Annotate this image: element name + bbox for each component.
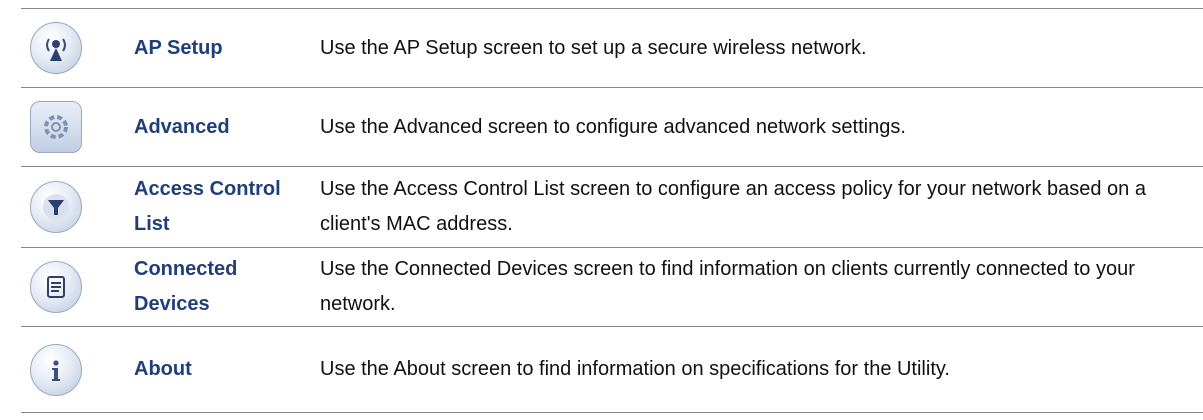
- table-row: AP Setup Use the AP Setup screen to set …: [21, 8, 1203, 87]
- table-row: Access Control List Use the Access Contr…: [21, 166, 1203, 247]
- screen-description: Use the Connected Devices screen to find…: [320, 258, 1135, 315]
- table-row: Connected Devices Use the Connected Devi…: [21, 247, 1203, 326]
- screen-description: Use the Advanced screen to configure adv…: [320, 115, 906, 138]
- table-row: About Use the About screen to find infor…: [21, 326, 1203, 413]
- filter-icon: [30, 181, 82, 233]
- document-list-icon: [30, 261, 82, 313]
- screen-name: Connected Devices: [134, 258, 238, 315]
- screen-description: Use the Access Control List screen to co…: [320, 178, 1146, 235]
- advanced-settings-icon: [30, 101, 82, 153]
- screen-name: AP Setup: [134, 36, 223, 59]
- info-icon: [30, 343, 82, 396]
- ap-setup-icon: [30, 22, 82, 74]
- table-row: Advanced Use the Advanced screen to conf…: [21, 87, 1203, 166]
- screen-name: Access Control List: [134, 178, 281, 235]
- screen-name: Advanced: [134, 115, 230, 138]
- screen-name: About: [134, 358, 192, 380]
- screen-description: Use the About screen to find information…: [320, 358, 950, 380]
- utility-screens-table: AP Setup Use the AP Setup screen to set …: [21, 8, 1203, 413]
- screen-description: Use the AP Setup screen to set up a secu…: [320, 36, 867, 59]
